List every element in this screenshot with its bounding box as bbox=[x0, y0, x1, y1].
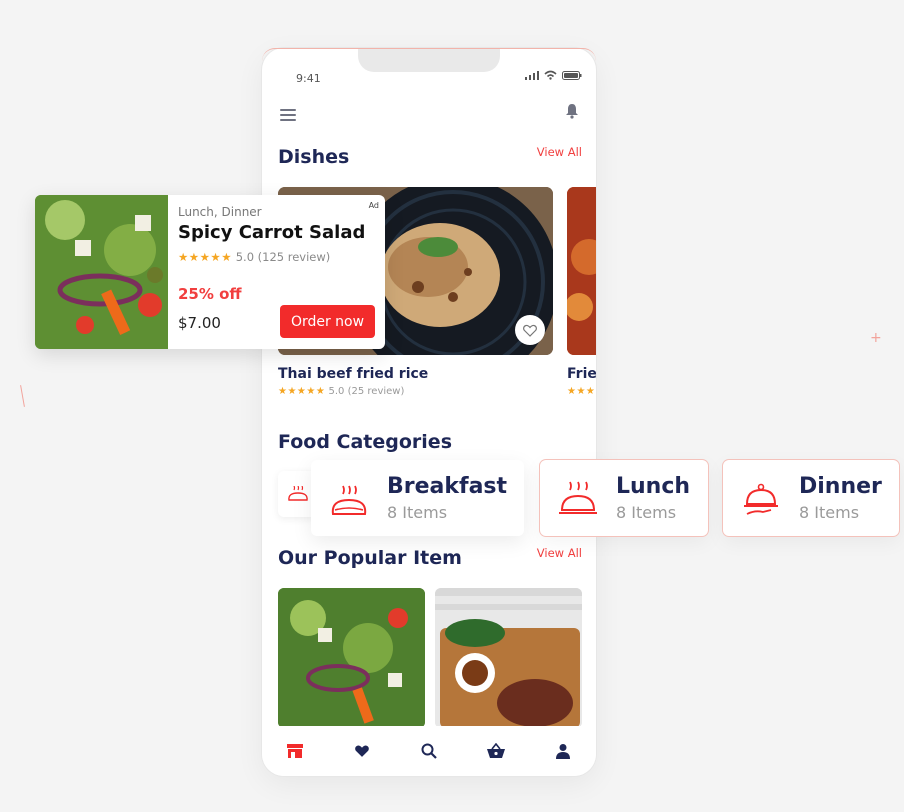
bread-icon bbox=[288, 486, 308, 501]
bread-icon bbox=[331, 485, 367, 515]
heart-icon bbox=[355, 745, 370, 757]
rating-text: 5.0 (125 review) bbox=[235, 250, 331, 264]
ad-discount: 25% off bbox=[178, 285, 242, 303]
dish-rating: ★★★★★ 5.0 (25 review) bbox=[278, 386, 404, 397]
hot-dish-icon bbox=[559, 481, 597, 514]
star-rating: ★★★★★ bbox=[178, 250, 233, 264]
category-card-lunch[interactable]: Lunch 8 Items bbox=[540, 460, 708, 536]
dishes-view-all-link[interactable]: View All bbox=[537, 145, 582, 159]
line-decoration bbox=[20, 385, 25, 407]
status-icons bbox=[525, 70, 582, 80]
ad-price: $7.00 bbox=[178, 314, 221, 332]
ad-title: Spicy Carrot Salad bbox=[178, 222, 366, 243]
menu-icon[interactable] bbox=[280, 106, 296, 124]
category-count: 8 Items bbox=[616, 503, 677, 522]
salad-photo bbox=[278, 588, 425, 728]
star-rating: ★★★ bbox=[567, 386, 596, 397]
popular-item-steak[interactable] bbox=[435, 588, 582, 728]
category-card-dinner[interactable]: Dinner 8 Items bbox=[723, 460, 899, 536]
ad-badge: Ad bbox=[368, 201, 379, 210]
search-icon bbox=[421, 743, 437, 759]
ad-meal-times: Lunch, Dinner bbox=[178, 205, 262, 219]
ad-image bbox=[35, 195, 168, 349]
ad-card[interactable]: Ad Lunch, Dinner Spicy Carrot Salad ★★★★… bbox=[35, 195, 385, 349]
steak-photo bbox=[435, 588, 582, 728]
cloche-icon bbox=[744, 483, 778, 515]
food-categories-title: Food Categories bbox=[278, 431, 452, 453]
popular-title: Our Popular Item bbox=[278, 547, 462, 569]
category-count: 8 Items bbox=[387, 503, 448, 522]
fried-dish-photo bbox=[567, 187, 596, 355]
dish-image-second[interactable] bbox=[567, 187, 596, 355]
dish-name[interactable]: Frie bbox=[567, 366, 596, 382]
store-icon bbox=[287, 744, 304, 758]
bottom-nav bbox=[262, 726, 596, 776]
favorite-button[interactable] bbox=[515, 315, 545, 345]
user-icon bbox=[555, 744, 570, 759]
category-name: Breakfast bbox=[387, 474, 508, 499]
nav-search[interactable] bbox=[415, 737, 443, 765]
status-time: 9:41 bbox=[296, 72, 321, 85]
basket-icon bbox=[486, 743, 505, 758]
salad-photo bbox=[35, 195, 168, 349]
bell-icon[interactable] bbox=[565, 103, 579, 119]
nav-favorites[interactable] bbox=[348, 737, 376, 765]
popular-item-salad[interactable] bbox=[278, 588, 425, 728]
category-count: 8 Items bbox=[799, 503, 860, 522]
popular-view-all-link[interactable]: View All bbox=[537, 546, 582, 560]
wifi-icon bbox=[544, 70, 557, 80]
heart-outline-icon bbox=[523, 324, 537, 337]
dish-name[interactable]: Thai beef fried rice bbox=[278, 366, 428, 382]
dish-rating: ★★★ bbox=[567, 386, 595, 397]
nav-home[interactable] bbox=[281, 737, 309, 765]
ad-rating: ★★★★★ 5.0 (125 review) bbox=[178, 250, 330, 264]
battery-icon bbox=[562, 70, 582, 80]
dishes-title: Dishes bbox=[278, 146, 350, 168]
nav-profile[interactable] bbox=[549, 737, 577, 765]
order-now-button[interactable]: Order now bbox=[280, 305, 375, 338]
category-name: Dinner bbox=[799, 474, 882, 499]
category-card-breakfast[interactable]: Breakfast 8 Items bbox=[311, 460, 524, 536]
rating-text: 5.0 (25 review) bbox=[328, 386, 405, 397]
signal-icon bbox=[525, 70, 539, 80]
star-rating: ★★★★★ bbox=[278, 386, 326, 397]
plus-decoration: + bbox=[870, 330, 882, 346]
phone-frame: 9:41 Dishes View All Thai beef fried ric… bbox=[262, 48, 596, 776]
nav-basket[interactable] bbox=[482, 737, 510, 765]
phone-top-border bbox=[262, 48, 596, 61]
category-name: Lunch bbox=[616, 474, 691, 499]
